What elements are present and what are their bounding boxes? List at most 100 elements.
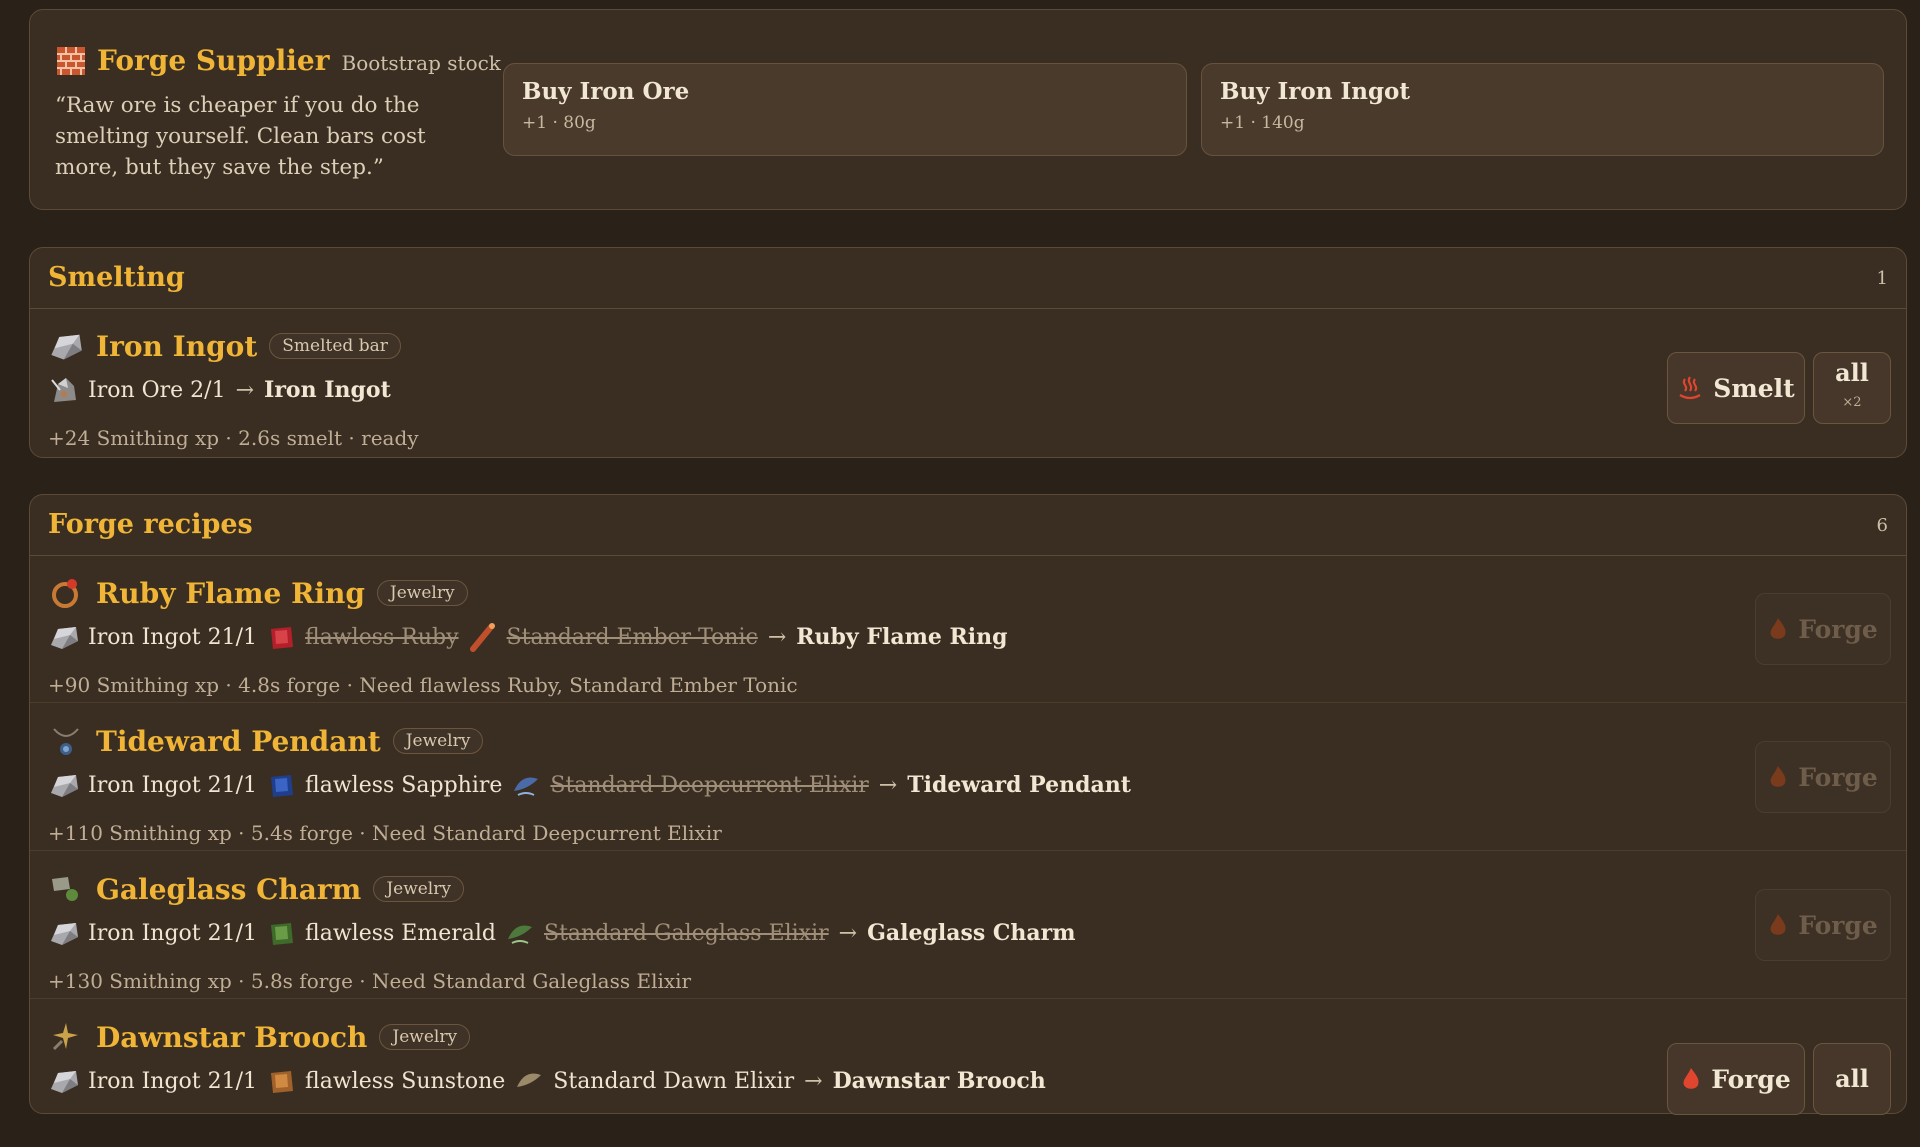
sunstone-icon (271, 1071, 294, 1093)
supplier-header: Forge Supplier Bootstrap stock (57, 44, 501, 77)
recipe-output: Ruby Flame Ring (796, 624, 1008, 650)
iron-ingot-icon (51, 1071, 78, 1093)
iron-ingot-icon (51, 627, 78, 649)
forge-button[interactable]: Forge (1755, 593, 1891, 665)
recipe-row-tideward-pendant: Tideward Pendant Jewelry Iron Ingot 21/1… (30, 703, 1906, 851)
smelt-all-count: ×2 (1842, 395, 1862, 410)
forge-all-button[interactable]: all (1813, 1043, 1891, 1115)
recipe-ingredients: Iron Ingot 21/1 flawless Sapphire Standa… (48, 769, 1131, 801)
deepcurrent-elixir-icon (514, 777, 539, 796)
ingredient-iron-ore: Iron Ore 2/1 (88, 377, 226, 403)
smelting-panel: Smelting 1 Iron Ingot Smelted bar Iron O… (29, 247, 1907, 458)
iron-ingot-icon (51, 775, 78, 797)
recipe-tag: Jewelry (379, 1024, 471, 1050)
sapphire-icon (271, 775, 294, 797)
smelt-all-label: all (1835, 358, 1869, 387)
ingredient-iron-ingot: Iron Ingot 21/1 (88, 624, 258, 650)
galeglass-elixir-icon (508, 925, 532, 944)
recipe-output: Iron Ingot (264, 377, 391, 403)
brick-wall-icon (57, 46, 85, 75)
arrow: → (804, 1068, 823, 1094)
smelt-button-label: Smelt (1713, 373, 1795, 403)
ruby-icon (271, 627, 294, 649)
forge-button-label: Forge (1798, 614, 1878, 644)
recipe-ingredients: Iron Ingot 21/1 flawless Sunstone Standa… (48, 1065, 1046, 1097)
recipe-tag: Jewelry (392, 728, 484, 754)
forge-button[interactable]: Forge (1755, 741, 1891, 813)
supplier-title: Forge Supplier (97, 44, 330, 77)
flame-icon (1770, 914, 1786, 935)
flame-icon (1770, 766, 1786, 787)
section-count: 1 (1876, 268, 1888, 289)
arrow: → (878, 772, 898, 798)
recipe-name: Galeglass Charm (96, 872, 362, 906)
recipe-meta: +130 Smithing xp · 5.8s forge · Need Sta… (48, 969, 692, 993)
forge-button[interactable]: Forge (1755, 889, 1891, 961)
iron-ingot-icon (51, 334, 82, 360)
recipe-meta: +90 Smithing xp · 4.8s forge · Need flaw… (48, 673, 798, 697)
recipe-title: Dawnstar Brooch Jewelry (48, 1019, 471, 1055)
section-count: 6 (1876, 515, 1888, 536)
buy-button-label: Buy Iron Ore (522, 78, 690, 105)
ingredient-gem: flawless Emerald (305, 920, 496, 946)
ember-tonic-icon (469, 623, 495, 652)
section-header: Smelting 1 (30, 248, 1906, 309)
recipe-name: Tideward Pendant (96, 724, 381, 758)
recipe-name: Iron Ingot (96, 329, 258, 363)
iron-ore-icon (51, 377, 77, 403)
recipe-row-ruby-flame-ring: Ruby Flame Ring Jewelry Iron Ingot 21/1 … (30, 555, 1906, 703)
forge-button-label: Forge (1711, 1064, 1791, 1094)
recipe-title: Iron Ingot Smelted bar (48, 328, 401, 364)
arrow: → (838, 920, 858, 946)
recipe-title: Tideward Pendant Jewelry (48, 723, 484, 759)
buy-button-meta: +1 · 80g (522, 113, 596, 133)
recipe-title: Galeglass Charm Jewelry (48, 871, 464, 907)
ingredient-elixir: Standard Dawn Elixir (553, 1068, 795, 1094)
smelt-all-button[interactable]: all ×2 (1813, 352, 1891, 424)
recipe-row-dawnstar-brooch: Dawnstar Brooch Jewelry Iron Ingot 21/1 … (30, 999, 1906, 1147)
ingredient-gem: flawless Ruby (305, 624, 459, 650)
brooch-icon (52, 1023, 78, 1051)
recipe-name: Dawnstar Brooch (96, 1020, 368, 1054)
ingredient-elixir: Standard Ember Tonic (506, 624, 758, 650)
supplier-subtitle: Bootstrap stock (341, 51, 501, 75)
ingredient-gem: flawless Sunstone (305, 1068, 506, 1094)
ingredient-iron-ingot: Iron Ingot 21/1 (88, 772, 258, 798)
forge-recipes-panel: Forge recipes 6 Ruby Flame Ring Jewelry … (29, 494, 1907, 1115)
ingredient-iron-ingot: Iron Ingot 21/1 (88, 920, 258, 946)
recipe-meta: +24 Smithing xp · 2.6s smelt · ready (48, 426, 419, 450)
emerald-icon (271, 923, 294, 945)
heat-icon (1679, 376, 1701, 400)
recipe-title: Ruby Flame Ring Jewelry (48, 575, 468, 611)
recipe-tag: Smelted bar (269, 333, 401, 359)
arrow: → (235, 377, 255, 403)
smelt-button[interactable]: Smelt (1667, 352, 1805, 424)
ingredient-gem: flawless Sapphire (305, 772, 503, 798)
buy-button-meta: +1 · 140g (1220, 113, 1305, 133)
forge-button[interactable]: Forge (1667, 1043, 1805, 1115)
buy-iron-ore-button[interactable]: Buy Iron Ore +1 · 80g (503, 63, 1187, 156)
buy-iron-ingot-button[interactable]: Buy Iron Ingot +1 · 140g (1201, 63, 1884, 156)
section-title: Forge recipes (48, 509, 253, 540)
recipe-output: Galeglass Charm (867, 920, 1076, 946)
pendant-icon (53, 728, 79, 755)
arrow: → (767, 624, 787, 650)
charm-icon (52, 877, 78, 901)
forge-button-label: Forge (1798, 762, 1878, 792)
smelting-recipe-row: Iron Ingot Smelted bar Iron Ore 2/1 → Ir… (30, 308, 1906, 456)
ingredient-elixir: Standard Deepcurrent Elixir (550, 772, 869, 798)
ingredient-elixir: Standard Galeglass Elixir (544, 920, 829, 946)
recipe-ingredients: Iron Ingot 21/1 flawless Emerald Standar… (48, 917, 1076, 949)
ring-icon (52, 579, 78, 608)
forge-button-label: Forge (1798, 910, 1878, 940)
buy-button-label: Buy Iron Ingot (1220, 78, 1411, 105)
recipe-output: Tideward Pendant (907, 772, 1131, 798)
recipe-ingredients: Iron Ingot 21/1 flawless Ruby Standard E… (48, 621, 1008, 653)
recipe-name: Ruby Flame Ring (96, 576, 365, 610)
section-header: Forge recipes 6 (30, 495, 1906, 556)
recipe-tag: Jewelry (373, 876, 464, 902)
recipe-output: Dawnstar Brooch (832, 1068, 1046, 1094)
ingredient-iron-ingot: Iron Ingot 21/1 (88, 1068, 258, 1094)
recipe-row-galeglass-charm: Galeglass Charm Jewelry Iron Ingot 21/1 … (30, 851, 1906, 999)
supplier-quote: “Raw ore is cheaper if you do the smelti… (55, 93, 426, 180)
